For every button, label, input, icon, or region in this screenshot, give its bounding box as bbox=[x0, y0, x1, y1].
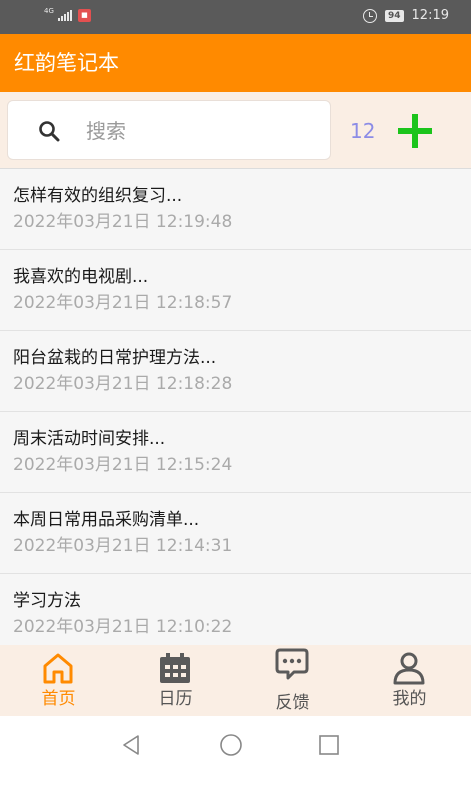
note-title: 我喜欢的电视剧... bbox=[13, 267, 149, 287]
note-title: 阳台盆栽的日常护理方法... bbox=[13, 348, 217, 368]
note-list: 怎样有效的组织复习... 2022年03月21日 12:19:48 我喜欢的电视… bbox=[0, 168, 471, 645]
status-left: 4G ■ bbox=[44, 7, 91, 22]
chat-icon bbox=[275, 648, 309, 680]
note-timestamp: 2022年03月21日 12:18:28 bbox=[13, 374, 233, 394]
search-area: 搜索 12 bbox=[0, 92, 471, 168]
list-item[interactable]: 本周日常用品采购清单... 2022年03月21日 12:14:31 bbox=[0, 493, 471, 574]
system-nav-bar bbox=[0, 716, 471, 791]
status-time: 12:19 bbox=[411, 8, 449, 23]
battery-icon: 94 bbox=[385, 9, 404, 22]
nav-label-home: 首页 bbox=[41, 689, 76, 709]
status-bar: 4G ■ 94 12:19 bbox=[0, 0, 471, 34]
list-item[interactable]: 周末活动时间安排... 2022年03月21日 12:15:24 bbox=[0, 412, 471, 493]
home-circle-icon[interactable] bbox=[219, 733, 243, 757]
profile-icon bbox=[393, 652, 425, 685]
note-timestamp: 2022年03月21日 12:14:31 bbox=[13, 536, 233, 556]
note-title: 怎样有效的组织复习... bbox=[13, 186, 183, 206]
note-timestamp: 2022年03月21日 12:18:57 bbox=[13, 293, 233, 313]
note-timestamp: 2022年03月21日 12:10:22 bbox=[13, 617, 233, 637]
back-icon[interactable] bbox=[120, 733, 144, 757]
note-title: 本周日常用品采购清单... bbox=[13, 510, 200, 530]
note-count: 12 bbox=[350, 119, 376, 143]
search-input[interactable]: 搜索 bbox=[7, 100, 331, 160]
nav-item-feedback[interactable]: 反馈 bbox=[234, 645, 351, 716]
search-icon bbox=[39, 121, 60, 142]
search-placeholder: 搜索 bbox=[86, 119, 126, 143]
list-item[interactable]: 阳台盆栽的日常护理方法... 2022年03月21日 12:18:28 bbox=[0, 331, 471, 412]
network-type: 4G bbox=[44, 7, 54, 15]
nav-label-profile: 我的 bbox=[392, 689, 427, 709]
note-title: 学习方法 bbox=[13, 591, 81, 611]
nav-label-feedback: 反馈 bbox=[275, 693, 310, 713]
home-icon bbox=[43, 653, 73, 684]
nav-item-calendar[interactable]: 日历 bbox=[117, 645, 234, 716]
note-timestamp: 2022年03月21日 12:15:24 bbox=[13, 455, 233, 475]
recents-icon[interactable] bbox=[317, 733, 341, 757]
note-timestamp: 2022年03月21日 12:19:48 bbox=[13, 212, 233, 232]
add-note-button[interactable] bbox=[398, 114, 432, 148]
app-bar: 红韵笔记本 bbox=[0, 34, 471, 92]
app-title: 红韵笔记本 bbox=[14, 51, 119, 75]
list-item[interactable]: 我喜欢的电视剧... 2022年03月21日 12:18:57 bbox=[0, 250, 471, 331]
app-notification-icon: ■ bbox=[77, 9, 91, 22]
nav-label-calendar: 日历 bbox=[158, 689, 193, 709]
note-title: 周末活动时间安排... bbox=[13, 429, 166, 449]
signal-icon bbox=[57, 10, 72, 21]
status-right: 94 12:19 bbox=[363, 8, 449, 23]
list-item[interactable]: 怎样有效的组织复习... 2022年03月21日 12:19:48 bbox=[0, 169, 471, 250]
list-item[interactable]: 学习方法 2022年03月21日 12:10:22 bbox=[0, 574, 471, 645]
calendar-icon bbox=[160, 653, 190, 683]
bottom-nav: 首页 日历 反馈 我的 bbox=[0, 645, 471, 716]
nav-item-profile[interactable]: 我的 bbox=[351, 645, 468, 716]
nav-item-home[interactable]: 首页 bbox=[0, 645, 117, 716]
alarm-icon bbox=[363, 8, 377, 23]
